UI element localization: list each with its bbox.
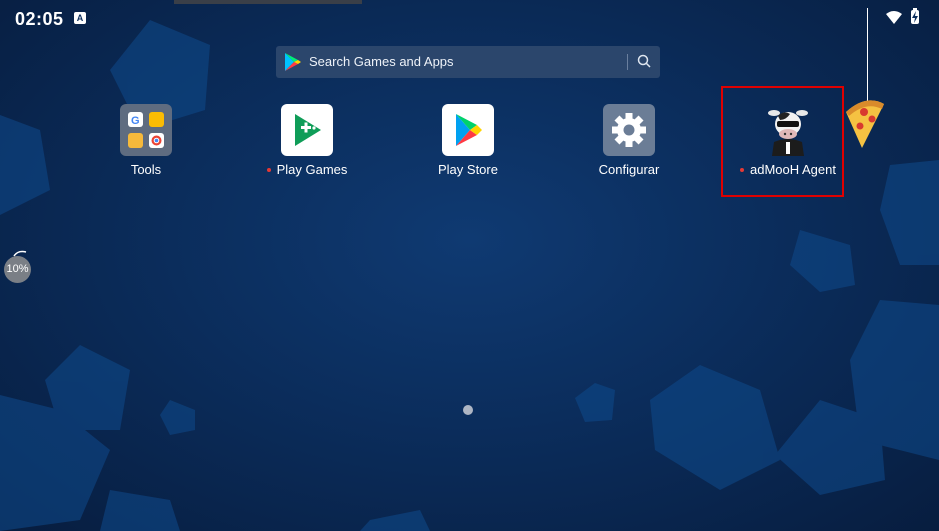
notification-a-icon: A — [74, 12, 86, 24]
pizza-string — [867, 8, 868, 102]
app-configurar[interactable]: Configurar — [589, 104, 669, 184]
page-indicator-dot[interactable] — [463, 405, 473, 415]
search-divider — [627, 54, 628, 70]
notification-dot — [266, 167, 271, 172]
wallpaper — [0, 20, 939, 531]
search-placeholder: Search Games and Apps — [309, 54, 454, 69]
svg-text:G: G — [131, 115, 140, 127]
app-play-store[interactable]: Play Store — [428, 104, 508, 184]
status-bar: 02:05 A — [0, 0, 939, 38]
play-games-icon — [281, 104, 333, 156]
folder-icon: G — [120, 104, 172, 156]
battery-charging-icon — [911, 8, 919, 24]
play-store-icon — [442, 104, 494, 156]
app-label: Play Store — [438, 162, 498, 177]
settings-gear-icon — [603, 104, 655, 156]
wifi-icon — [886, 11, 902, 24]
search-bar[interactable]: Search Games and Apps — [276, 46, 660, 78]
search-icon[interactable] — [637, 54, 651, 68]
app-label: Configurar — [598, 162, 660, 177]
pizza-slice-icon[interactable] — [842, 96, 886, 150]
selection-highlight-box — [721, 86, 844, 197]
app-tools[interactable]: G Tools — [106, 104, 186, 184]
app-play-games[interactable]: Play Games — [262, 104, 352, 184]
app-label: Play Games — [276, 162, 348, 177]
play-store-logo-icon — [285, 53, 301, 71]
progress-widget[interactable]: 10% — [4, 256, 31, 283]
status-clock: 02:05 — [15, 9, 64, 29]
app-label: Tools — [130, 162, 162, 177]
